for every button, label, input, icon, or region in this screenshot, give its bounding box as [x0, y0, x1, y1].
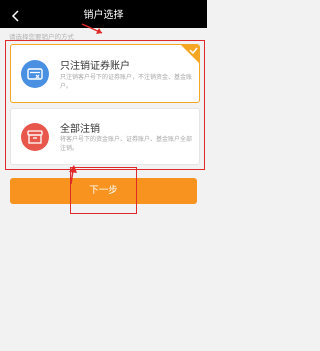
option-title: 只注销证券账户 — [60, 61, 130, 72]
account-card-icon — [21, 60, 49, 88]
check-icon — [181, 45, 199, 63]
option-description: 只注销客户号下的证券账户，不注销资金、基金账户。 — [60, 74, 193, 90]
option-close-all[interactable]: 全部注销 将客户号下的资金账户、证券账户、基金账户全部注销。 — [10, 108, 200, 165]
option-title: 全部注销 — [60, 124, 100, 135]
option-description: 将客户号下的资金账户、证券账户、基金账户全部注销。 — [60, 136, 193, 152]
annotation-arrow-icon — [69, 165, 77, 185]
option-close-securities-account[interactable]: 只注销证券账户 只注销客户号下的证券账户，不注销资金、基金账户。 — [10, 44, 200, 103]
box-close-icon — [21, 123, 49, 151]
annotation-arrow-icon — [81, 23, 103, 34]
